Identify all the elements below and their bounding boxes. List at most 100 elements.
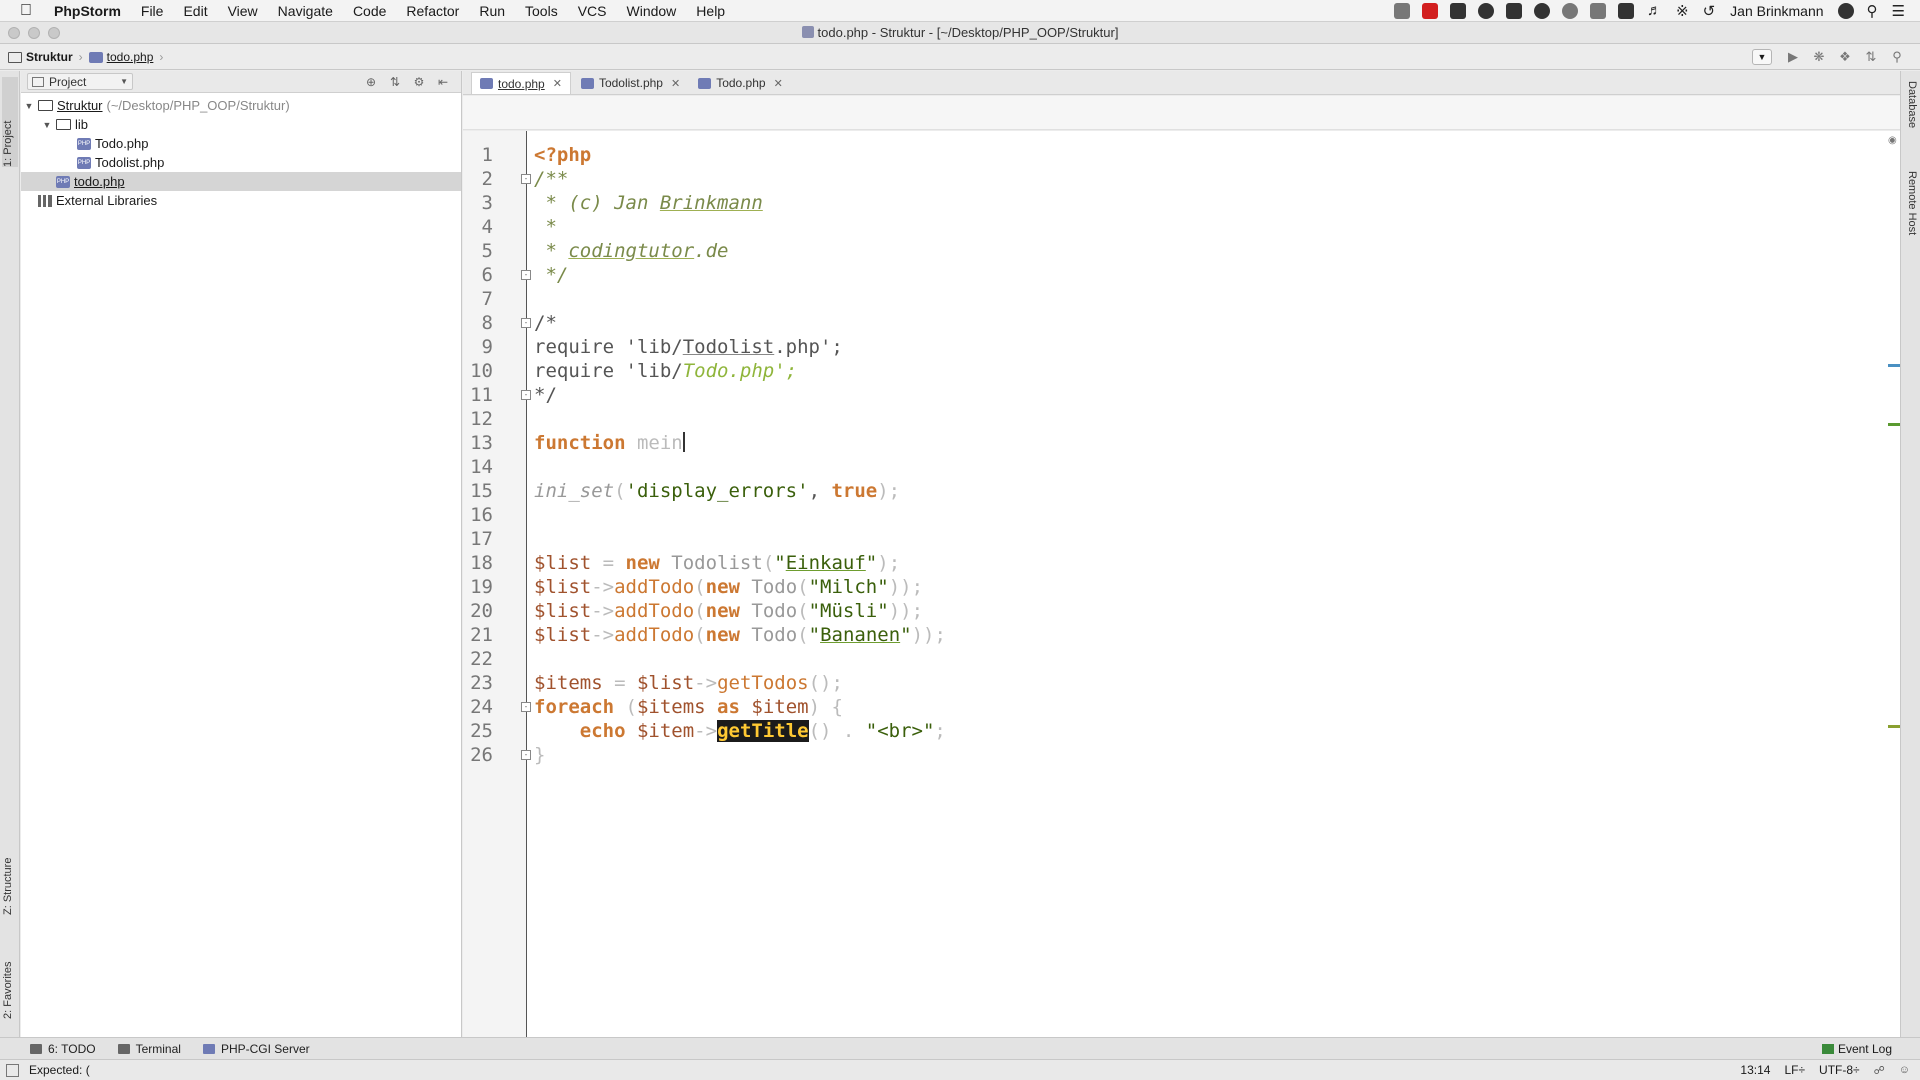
volume-icon[interactable]: ♬ [1647,2,1662,19]
creative-cloud-tray-icon[interactable] [1562,2,1578,19]
project-view-selector[interactable]: Project ▼ [27,73,133,90]
code-line[interactable]: $items = $list->getTodos(); [534,671,843,695]
menu-window[interactable]: Window [617,0,687,22]
menu-vcs[interactable]: VCS [568,0,617,22]
line-number[interactable]: 13 [463,431,493,455]
menu-edit[interactable]: Edit [173,0,217,22]
code-line[interactable]: } [534,743,545,767]
breadcrumb-project[interactable]: Struktur [8,50,73,64]
tree-item-todolist-class[interactable]: PHP Todolist.php [21,153,461,172]
code-line[interactable]: require 'lib/Todo.php'; [534,359,797,383]
menu-tools[interactable]: Tools [515,0,568,22]
line-number[interactable]: 21 [463,623,493,647]
tool-tab-favorites[interactable]: 2: Favorites [2,937,18,1019]
display-tray-icon[interactable] [1394,2,1410,19]
tree-item-todo-script[interactable]: PHP todo.php [21,172,461,191]
scroll-from-source-icon[interactable]: ⊕ [364,75,378,89]
fold-toggle-icon[interactable]: - [521,750,531,760]
tree-item-external-libraries[interactable]: External Libraries [21,191,461,210]
menu-file[interactable]: File [131,0,174,22]
tool-tab-database[interactable]: Database [1904,81,1918,128]
tool-button-php-cgi-server[interactable]: PHP-CGI Server [202,1042,310,1056]
expand-arrow-icon[interactable]: ▼ [23,101,35,111]
file-encoding[interactable]: UTF-8÷ [1819,1063,1860,1077]
code-editor[interactable]: 1 2 3 4 5 6 7 8 9 10 11 12 13 14 15 16 17 18 19 20 21 22 23 24 2… [463,131,1900,1037]
menu-app-name[interactable]: PhpStorm [52,0,131,22]
coverage-icon[interactable]: ❖ [1837,49,1853,65]
close-icon[interactable]: ✕ [553,77,562,90]
menu-code[interactable]: Code [343,0,396,22]
code-line[interactable]: $list->addTodo(new Todo("Bananen")); [534,623,946,647]
code-line[interactable]: /* [534,311,557,335]
code-line[interactable]: $list->addTodo(new Todo("Müsli")); [534,599,923,623]
fold-toggle-icon[interactable]: - [521,390,531,400]
line-separator[interactable]: LF÷ [1784,1063,1805,1077]
line-number[interactable]: 4 [463,215,493,239]
line-number[interactable]: 16 [463,503,493,527]
code-line[interactable]: <?php [534,143,591,167]
line-number[interactable]: 15 [463,479,493,503]
code-line[interactable]: /** [534,167,568,191]
info-tray-icon[interactable] [1478,2,1494,19]
line-number[interactable]: 14 [463,455,493,479]
editor-tab-todo-class[interactable]: Todo.php ✕ [690,72,791,94]
change-marker[interactable] [1888,423,1900,426]
code-line[interactable]: foreach ($items as $item) { [534,695,843,719]
puzzle-tray-icon[interactable] [1618,2,1634,19]
tree-item-lib[interactable]: ▼ lib [21,115,461,134]
lock-icon[interactable]: ☍ [1874,1064,1885,1077]
event-log-button[interactable]: Event Log [1821,1042,1892,1056]
change-marker[interactable] [1888,364,1900,367]
caret-position[interactable]: 13:14 [1740,1063,1770,1077]
code-line[interactable]: $list = new Todolist("Einkauf"); [534,551,900,575]
breadcrumb-file[interactable]: todo.php [88,50,153,64]
menu-run[interactable]: Run [469,0,515,22]
code-line[interactable]: echo $item->getTitle() . "<br>"; [534,719,946,743]
dropbox-tray-icon[interactable] [1590,2,1606,19]
menu-help[interactable]: Help [686,0,735,22]
editor-tab-todo-script[interactable]: todo.php ✕ [471,72,571,94]
line-number[interactable]: 24 [463,695,493,719]
tool-tab-structure[interactable]: Z: Structure [2,831,18,915]
apple-icon[interactable]:  [0,2,52,20]
user-avatar-icon[interactable] [1837,2,1854,19]
run-configuration-dropdown[interactable]: ▼ [1752,49,1772,65]
line-number[interactable]: 10 [463,359,493,383]
fold-toggle-icon[interactable]: - [521,174,531,184]
debug-icon[interactable]: ❋ [1811,49,1827,65]
code-line[interactable]: function mein [534,431,685,455]
gear-icon[interactable]: ⚙ [412,75,426,89]
line-number[interactable]: 22 [463,647,493,671]
spotlight-search-icon[interactable]: ⚲ [1867,2,1878,20]
tree-item-todo-class[interactable]: PHP Todo.php [21,134,461,153]
expand-arrow-icon[interactable]: ▼ [41,120,53,130]
bookmark-tray-icon[interactable] [1450,2,1466,19]
editor-tab-todolist[interactable]: Todolist.php ✕ [573,72,688,94]
leaf-tray-icon[interactable] [1534,2,1550,19]
line-number[interactable]: 5 [463,239,493,263]
line-number[interactable]: 11 [463,383,493,407]
line-number[interactable]: 9 [463,335,493,359]
line-number[interactable]: 8 [463,311,493,335]
code-line[interactable]: */ [534,263,568,287]
line-number[interactable]: 20 [463,599,493,623]
record-tray-icon[interactable] [1422,2,1438,19]
tool-button-terminal[interactable]: Terminal [117,1042,181,1056]
tool-tab-remote-host[interactable]: Remote Host [1904,171,1918,235]
menu-refactor[interactable]: Refactor [396,0,469,22]
code-line[interactable]: require 'lib/Todolist.php'; [534,335,843,359]
code-line[interactable]: */ [534,383,557,407]
hide-panel-icon[interactable]: ⇤ [436,75,450,89]
fold-toggle-icon[interactable]: - [521,702,531,712]
line-number[interactable]: 2 [463,167,493,191]
line-number[interactable]: 25 [463,719,493,743]
line-number[interactable]: 12 [463,407,493,431]
line-number[interactable]: 3 [463,191,493,215]
run-icon[interactable]: ▶ [1785,49,1801,65]
code-line[interactable]: ini_set('display_errors', true); [534,479,900,503]
line-number[interactable]: 1 [463,143,493,167]
code-line[interactable]: * codingtutor.de [534,239,728,263]
fold-toggle-icon[interactable]: - [521,270,531,280]
evernote-tray-icon[interactable] [1506,2,1522,19]
line-number[interactable]: 7 [463,287,493,311]
